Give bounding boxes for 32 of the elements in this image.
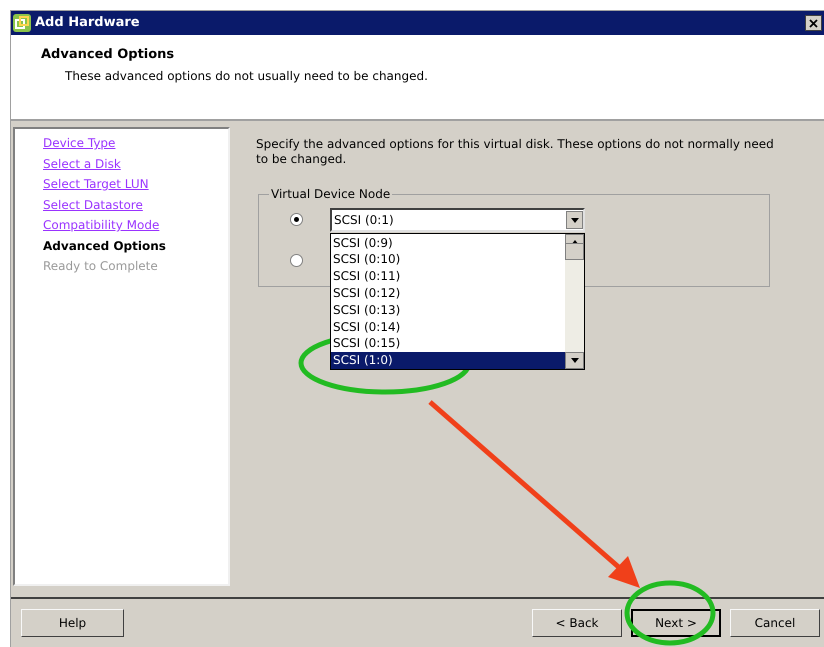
dialog-button[interactable]: Cancel [730, 609, 820, 637]
current-step: Advanced Options [43, 236, 166, 256]
scroll-thumb[interactable] [565, 243, 584, 260]
dropdown-option[interactable]: SCSI (0:12) [331, 285, 565, 302]
app-icon [13, 14, 31, 32]
close-button[interactable] [805, 15, 822, 31]
step-link[interactable]: Select Target LUN [43, 174, 149, 194]
step-link[interactable]: Compatibility Mode [43, 215, 160, 236]
page-heading: Advanced Options [41, 46, 176, 64]
device-node-dropdown[interactable]: SCSI (0:1) [330, 208, 585, 232]
dropdown-option[interactable]: SCSI (0:11) [331, 268, 565, 286]
dropdown-option[interactable]: SCSI (0:15) [331, 335, 565, 352]
dropdown-option[interactable]: SCSI (0:14) [331, 318, 565, 336]
dialog-button[interactable]: < Back [532, 609, 622, 637]
scroll-down-icon[interactable] [565, 352, 584, 369]
pending-step: Ready to Complete [43, 256, 158, 276]
window-title: Add Hardware [35, 14, 141, 32]
dropdown-option[interactable]: SCSI (0:13) [331, 302, 565, 319]
dialog-button[interactable]: Next > [631, 609, 721, 637]
radio-button[interactable] [290, 213, 303, 226]
dialog-button[interactable]: Help [21, 609, 124, 637]
step-link[interactable]: Select a Disk [43, 154, 121, 174]
close-icon [809, 18, 818, 28]
step-link[interactable]: Device Type [43, 133, 116, 154]
description-text: Specify the advanced options for this virtual disk. These options do not normally need to be changed. [256, 137, 775, 167]
list-scrollbar[interactable] [565, 234, 584, 369]
step-link[interactable]: Select Datastore [43, 194, 143, 215]
dropdown-option[interactable]: SCSI (1:0) [331, 352, 565, 369]
dropdown-option[interactable]: SCSI (0:10) [331, 251, 565, 268]
dropdown-option[interactable]: SCSI (0:9) [331, 234, 565, 252]
radio-button[interactable] [290, 254, 303, 267]
page-subtitle: These advanced options do not usually need to be changed. [64, 68, 429, 84]
